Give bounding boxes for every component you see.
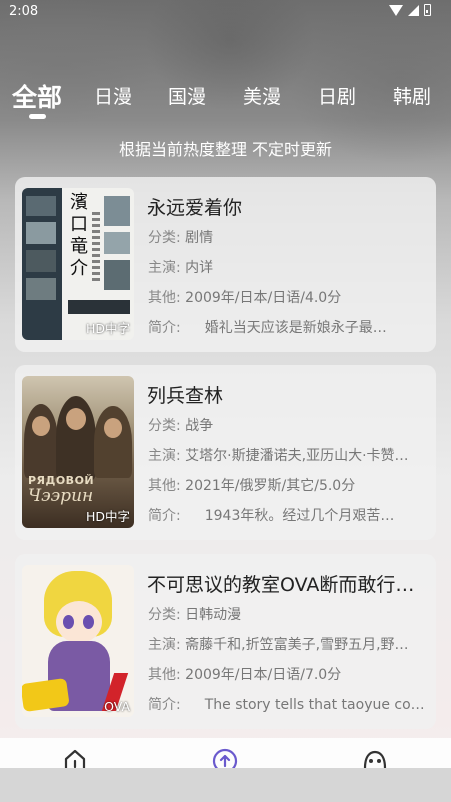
poster-eye [63, 615, 74, 629]
other-label: 其他: [148, 290, 181, 306]
item-cast: 主演: 艾塔尔·斯捷潘诺夫,亚历山大·卡赞… [148, 445, 428, 465]
quality-badge: OVA [104, 699, 130, 714]
cast-label: 主演: [148, 260, 181, 276]
poster-image: РЯДОВОЙ Чээрин HD中字 [22, 376, 134, 528]
poster-image: OVA [22, 565, 134, 717]
wifi-icon [389, 4, 403, 16]
tab-japanese-drama[interactable]: 日剧 [318, 82, 356, 109]
poster-face [32, 416, 50, 436]
intro-label: 简介: [148, 508, 181, 524]
tab-all[interactable]: 全部 [12, 78, 62, 114]
system-gesture-bar [0, 768, 451, 802]
item-cast: 主演: 内详 [148, 257, 428, 277]
item-title: 不可思议的教室OVA断而敢行… [147, 574, 415, 596]
tab-japanese-anime[interactable]: 日漫 [94, 82, 132, 109]
poster-title-line2: Чээрин [28, 486, 94, 506]
list-item[interactable]: РЯДОВОЙ Чээрин HD中字 列兵查林 分类: 战争 主演: 艾塔尔·… [15, 365, 436, 540]
poster-face [66, 408, 86, 430]
list-item[interactable]: OVA 不可思议的教室OVA断而敢行… 分类: 日韩动漫 主演: 斋藤千和,折笠… [15, 554, 436, 729]
other-label: 其他: [148, 478, 181, 494]
poster-figure [94, 406, 132, 478]
item-cast: 主演: 斋藤千和,折笠富美子,雪野五月,野… [148, 634, 428, 654]
category-label: 分类: [148, 230, 181, 246]
poster-photo [104, 196, 130, 226]
item-category: 分类: 剧情 [148, 227, 428, 247]
category-tabs: 全部 日漫 国漫 美漫 日剧 韩剧 [0, 76, 451, 119]
poster-photo [104, 260, 130, 290]
category-value: 剧情 [185, 230, 214, 246]
intro-value: 婚礼当天应该是新娘永子最… [204, 320, 387, 336]
item-title: 永远爱着你 [147, 197, 243, 219]
cast-label: 主演: [148, 448, 181, 464]
cast-value: 内详 [185, 260, 214, 276]
quality-badge: HD中字 [85, 321, 130, 336]
poster-eye [83, 615, 94, 629]
poster-image: 濱口竜介 HD中字 [22, 188, 134, 340]
item-other: 其他: 2009年/日本/日语/7.0分 [148, 664, 428, 684]
item-other: 其他: 2021年/俄罗斯/其它/5.0分 [148, 475, 428, 495]
poster-photo [26, 250, 56, 272]
cast-value: 斋藤千和,折笠富美子,雪野五月,野… [185, 637, 409, 653]
poster-vertical-text [92, 212, 100, 282]
tab-chinese-anime[interactable]: 国漫 [168, 82, 206, 109]
category-value: 战争 [185, 418, 214, 434]
other-label: 其他: [148, 667, 181, 683]
poster-photo [68, 300, 130, 314]
poster-photo [26, 222, 56, 244]
item-other: 其他: 2009年/日本/日语/4.0分 [148, 287, 428, 307]
item-category: 分类: 战争 [148, 415, 428, 435]
category-label: 分类: [148, 607, 181, 623]
cast-label: 主演: [148, 637, 181, 653]
signal-icon [408, 4, 419, 16]
active-tab-indicator [29, 114, 46, 119]
category-value: 日韩动漫 [185, 607, 242, 623]
intro-label: 简介: [148, 320, 181, 336]
cast-value: 艾塔尔·斯捷潘诺夫,亚历山大·卡赞… [185, 448, 409, 464]
category-label: 分类: [148, 418, 181, 434]
item-intro: 简介: The story tells that taoyue co… [148, 694, 428, 714]
tab-korean-drama[interactable]: 韩剧 [393, 82, 431, 109]
subtitle: 根据当前热度整理 不定时更新 [118, 140, 333, 159]
poster-photo [26, 278, 56, 300]
poster-title-text: 濱口竜介 [70, 192, 88, 279]
other-value: 2009年/日本/日语/7.0分 [185, 667, 342, 683]
item-intro: 简介: 婚礼当天应该是新娘永子最… [148, 317, 428, 337]
status-icons [389, 4, 431, 16]
intro-value: 1943年秋。经过几个月艰苦… [204, 508, 395, 524]
quality-badge: HD中字 [85, 509, 130, 524]
intro-value: The story tells that taoyue co… [204, 697, 425, 713]
item-title: 列兵查林 [147, 385, 224, 407]
list-item[interactable]: 濱口竜介 HD中字 永远爱着你 分类: 剧情 主演: 内详 其他: 2009年/… [15, 177, 436, 352]
status-time: 2:08 [9, 4, 39, 19]
poster-face [104, 418, 122, 438]
status-bar: 2:08 [0, 0, 451, 26]
item-category: 分类: 日韩动漫 [148, 604, 428, 624]
intro-label: 简介: [148, 697, 181, 713]
item-intro: 简介: 1943年秋。经过几个月艰苦… [148, 505, 428, 525]
poster-photo [26, 196, 56, 216]
battery-icon [424, 4, 431, 16]
tab-american-anime[interactable]: 美漫 [243, 82, 281, 109]
poster-photo [104, 232, 130, 254]
other-value: 2009年/日本/日语/4.0分 [185, 290, 342, 306]
other-value: 2021年/俄罗斯/其它/5.0分 [185, 478, 356, 494]
